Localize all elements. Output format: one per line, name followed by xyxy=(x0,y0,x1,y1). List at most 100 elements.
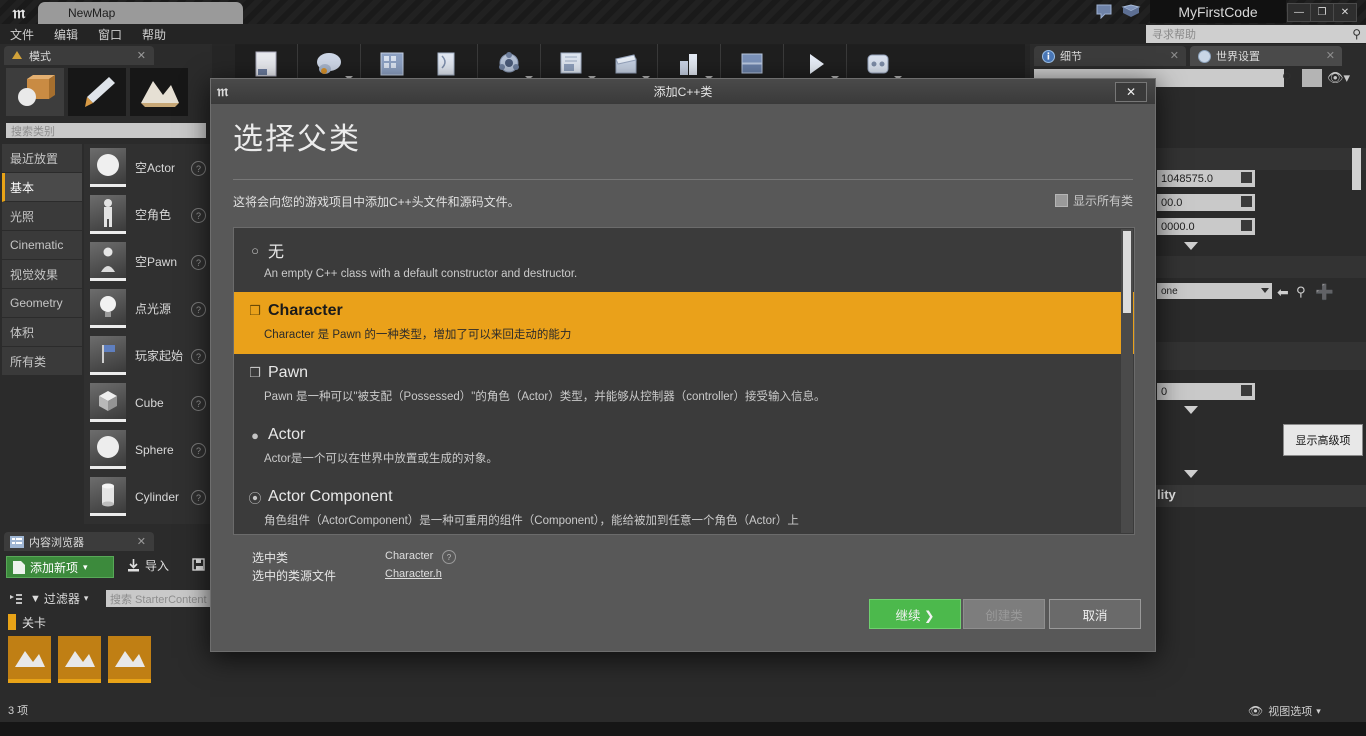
source-control-button[interactable] xyxy=(302,45,356,83)
category-lights[interactable]: 光照 xyxy=(2,202,82,231)
tab-world-settings[interactable]: 世界设置 ✕ xyxy=(1190,46,1342,66)
cancel-button[interactable]: 取消 xyxy=(1049,599,1141,629)
continue-button[interactable]: 继续 ❯ xyxy=(869,599,961,629)
list-item[interactable]: 空Actor ? xyxy=(84,144,212,191)
help-icon[interactable]: ? xyxy=(191,443,206,458)
details-combo[interactable]: one xyxy=(1157,283,1272,299)
help-icon[interactable]: ? xyxy=(191,349,206,364)
blueprints-button[interactable] xyxy=(545,45,599,83)
help-icon[interactable]: ? xyxy=(442,550,456,564)
modes-tab[interactable]: 模式 ✕ xyxy=(4,46,154,65)
spinner-icon[interactable] xyxy=(1241,172,1252,183)
maximize-button[interactable]: ❐ xyxy=(1310,3,1334,22)
map-tab[interactable]: NewMap xyxy=(38,2,243,24)
class-item-character[interactable]: ❒ Character Character 是 Pawn 的一种类型，增加了可以… xyxy=(234,292,1134,354)
import-button[interactable]: 导入 xyxy=(126,557,169,574)
category-geometry[interactable]: Geometry xyxy=(2,289,82,318)
cinematics-button[interactable] xyxy=(599,45,653,83)
details-field-4[interactable]: 0 xyxy=(1157,383,1255,400)
class-item-actor-component[interactable]: ⦿ Actor Component 角色组件（ActorComponent）是一… xyxy=(234,478,1134,534)
selected-source-value[interactable]: Character.h xyxy=(385,568,442,580)
minimize-button[interactable]: — xyxy=(1287,3,1311,22)
help-icon[interactable]: ? xyxy=(191,490,206,505)
list-item[interactable]: 玩家起始 ? xyxy=(84,332,212,379)
menu-item-help[interactable]: 帮助 xyxy=(132,24,176,44)
asset-tile[interactable] xyxy=(8,636,51,683)
help-icon[interactable]: ? xyxy=(191,208,206,223)
plus-icon[interactable]: ➕ xyxy=(1315,283,1334,301)
search-icon[interactable]: ⚲ xyxy=(1282,70,1292,86)
paint-mode-button[interactable] xyxy=(68,68,126,116)
expand-caret-icon[interactable] xyxy=(1184,242,1198,250)
list-scrollbar[interactable] xyxy=(1121,229,1133,533)
class-item-pawn[interactable]: ❒ Pawn Pawn 是一种可以"被支配（Possessed）"的角色（Act… xyxy=(234,354,1134,416)
build-button[interactable] xyxy=(662,45,716,83)
tab-details[interactable]: 细节 ✕ xyxy=(1034,46,1186,66)
content-button[interactable] xyxy=(365,45,419,83)
spinner-icon[interactable] xyxy=(1241,196,1252,207)
launch-button[interactable] xyxy=(851,45,905,83)
view-options-button[interactable]: 👁 视图选项 ▾ xyxy=(1248,703,1321,719)
parent-class-list[interactable]: ○ 无 An empty C++ class with a default co… xyxy=(233,227,1135,535)
expand-caret-icon[interactable] xyxy=(1184,406,1198,414)
browse-icon[interactable]: ⚲ xyxy=(1296,284,1306,300)
mode-search-input[interactable]: 搜索类别 xyxy=(6,123,206,138)
spinner-icon[interactable] xyxy=(1241,220,1252,231)
compile-button[interactable] xyxy=(725,45,779,83)
help-icon[interactable]: ? xyxy=(191,255,206,270)
close-icon[interactable]: ✕ xyxy=(1326,49,1335,62)
class-item-none[interactable]: ○ 无 An empty C++ class with a default co… xyxy=(234,228,1134,292)
menu-item-file[interactable]: 文件 xyxy=(0,24,44,44)
feedback-icon[interactable] xyxy=(1095,3,1115,21)
menu-item-window[interactable]: 窗口 xyxy=(88,24,132,44)
content-browser-tab[interactable]: 内容浏览器 ✕ xyxy=(4,532,154,551)
help-icon[interactable]: ? xyxy=(191,396,206,411)
back-arrow-icon[interactable]: ⬅ xyxy=(1277,284,1289,301)
close-icon[interactable]: ✕ xyxy=(137,49,146,62)
spinner-icon[interactable] xyxy=(1241,385,1252,396)
documentation-icon[interactable] xyxy=(1121,3,1141,21)
category-all-classes[interactable]: 所有类 xyxy=(2,347,82,376)
filters-button[interactable]: ▼ 过滤器 ▾ xyxy=(30,590,88,607)
list-item[interactable]: 空角色 ? xyxy=(84,191,212,238)
expand-caret-icon[interactable] xyxy=(1184,470,1198,478)
eye-icon[interactable]: 👁▾ xyxy=(1327,70,1350,86)
category-recently-placed[interactable]: 最近放置 xyxy=(2,144,82,173)
category-volumes[interactable]: 体积 xyxy=(2,318,82,347)
list-item[interactable]: 点光源 ? xyxy=(84,285,212,332)
list-item[interactable]: Cube ? xyxy=(84,379,212,426)
class-item-actor[interactable]: ● Actor Actor是一个可以在世界中放置或生成的对象。 xyxy=(234,416,1134,478)
category-visual-effects[interactable]: 视觉效果 xyxy=(2,260,82,289)
asset-tile[interactable] xyxy=(108,636,151,683)
help-icon[interactable]: ? xyxy=(191,161,206,176)
help-search-input[interactable]: 寻求帮助 ⚲ xyxy=(1146,25,1366,43)
source-tree-toggle[interactable] xyxy=(6,590,26,607)
save-all-button[interactable] xyxy=(188,554,210,576)
content-search-input[interactable]: 搜索 StarterContent xyxy=(106,590,216,607)
close-icon[interactable]: ✕ xyxy=(1170,49,1179,62)
dialog-close-button[interactable]: ✕ xyxy=(1115,82,1147,102)
window-close-button[interactable]: ✕ xyxy=(1333,3,1357,22)
show-all-classes-checkbox[interactable]: 显示所有类 xyxy=(1054,192,1133,209)
category-cinematic[interactable]: Cinematic xyxy=(2,231,82,260)
save-button[interactable] xyxy=(239,45,293,83)
play-button[interactable] xyxy=(788,45,842,83)
list-item[interactable]: Sphere ? xyxy=(84,426,212,473)
marketplace-button[interactable] xyxy=(419,45,473,83)
details-scrollbar[interactable] xyxy=(1352,148,1361,190)
menu-item-edit[interactable]: 编辑 xyxy=(44,24,88,44)
list-item[interactable]: Cylinder ? xyxy=(84,473,212,520)
close-icon[interactable]: ✕ xyxy=(137,535,146,548)
create-class-button[interactable]: 创建类 xyxy=(963,599,1045,629)
breadcrumb[interactable]: 关卡 xyxy=(8,612,46,632)
grid-view-icon[interactable] xyxy=(1302,69,1322,87)
details-field-2[interactable]: 00.0 xyxy=(1157,194,1255,211)
help-icon[interactable]: ? xyxy=(191,302,206,317)
add-new-button[interactable]: 添加新项 ▾ xyxy=(6,556,114,578)
place-mode-button[interactable] xyxy=(6,68,64,116)
landscape-mode-button[interactable] xyxy=(130,68,188,116)
details-field-1[interactable]: 1048575.0 xyxy=(1157,170,1255,187)
category-basic[interactable]: 基本 xyxy=(2,173,82,202)
list-item[interactable]: 空Pawn ? xyxy=(84,238,212,285)
details-field-3[interactable]: 0000.0 xyxy=(1157,218,1255,235)
